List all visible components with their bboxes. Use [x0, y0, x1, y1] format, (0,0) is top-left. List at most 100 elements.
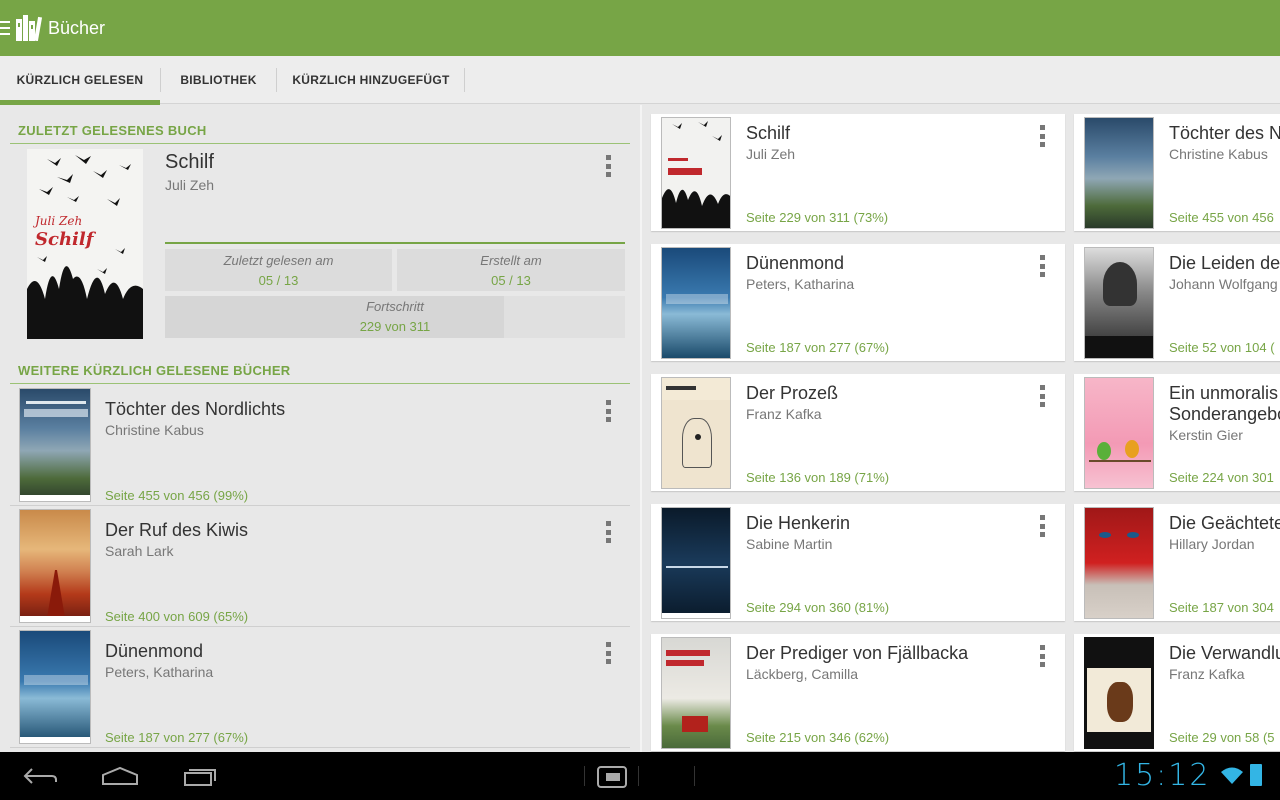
- home-icon: [102, 766, 138, 785]
- book-cover[interactable]: [661, 117, 731, 229]
- tab-recently-read[interactable]: KÜRZLICH GELESEN: [0, 56, 160, 105]
- book-title: Töchter des N: [1169, 123, 1280, 143]
- book-author: Christine Kabus: [105, 422, 204, 438]
- book-card[interactable]: Dünenmond Peters, Katharina Seite 187 vo…: [651, 244, 1065, 361]
- nav-divider: [638, 766, 639, 786]
- book-cover[interactable]: [661, 377, 731, 489]
- book-card[interactable]: Die Geächtete Hillary Jordan Seite 187 v…: [1074, 504, 1280, 621]
- book-progress: Seite 400 von 609 (65%): [105, 609, 249, 624]
- book-title: Die Verwandlu: [1169, 643, 1280, 663]
- book-cover[interactable]: [661, 637, 731, 749]
- book-author: Kerstin Gier: [1169, 427, 1243, 443]
- overflow-menu-icon[interactable]: [1040, 125, 1046, 147]
- book-author: Peters, Katharina: [105, 664, 214, 680]
- list-item[interactable]: Der Ruf des Kiwis Sarah Lark Seite 400 v…: [10, 506, 630, 627]
- book-progress: Seite 455 von 456: [1169, 210, 1274, 225]
- book-title: Töchter des Nordlichts: [105, 399, 286, 419]
- recent-apps-button[interactable]: [183, 766, 219, 791]
- system-nav-bar: 15:12: [0, 752, 1280, 800]
- book-card[interactable]: Töchter des N Christine Kabus Seite 455 …: [1074, 114, 1280, 231]
- cover-author-text: Juli Zeh: [32, 214, 82, 228]
- left-pane[interactable]: ZULETZT GELESENES BUCH Juli Zeh Schilf S…: [0, 105, 640, 752]
- overflow-menu-icon[interactable]: [1040, 255, 1046, 277]
- last-read-date-label: Zuletzt gelesen am: [223, 253, 334, 268]
- cover-title-text: Schilf: [35, 229, 97, 250]
- book-cover[interactable]: [1084, 377, 1154, 489]
- overflow-menu-icon[interactable]: [1040, 515, 1046, 537]
- book-card[interactable]: Der Prediger von Fjällbacka Läckberg, Ca…: [651, 634, 1065, 751]
- book-author: Peters, Katharina: [746, 276, 855, 292]
- book-author: Franz Kafka: [746, 406, 822, 422]
- book-card[interactable]: Die Henkerin Sabine Martin Seite 294 von…: [651, 504, 1065, 621]
- book-card[interactable]: Ein unmoralis Sonderangebo Kerstin Gier …: [1074, 374, 1280, 491]
- book-title: Dünenmond: [746, 253, 845, 273]
- book-author: Sabine Martin: [746, 536, 833, 552]
- wifi-icon: [1220, 766, 1244, 791]
- nav-divider: [694, 766, 695, 786]
- book-card[interactable]: Die Leiden des Johann Wolfgang Seite 52 …: [1074, 244, 1280, 361]
- overflow-menu-icon[interactable]: [606, 400, 612, 422]
- created-date-value: 05 / 13: [491, 273, 531, 288]
- book-cover[interactable]: [661, 247, 731, 359]
- tab-recently-added[interactable]: KÜRZLICH HINZUGEFÜGT: [277, 56, 465, 104]
- book-progress: Seite 187 von 277 (67%): [105, 730, 249, 745]
- book-title: Dünenmond: [105, 641, 204, 661]
- last-read-date-box: Zuletzt gelesen am 05 / 13: [165, 249, 392, 291]
- overflow-menu-icon[interactable]: [606, 521, 612, 543]
- book-author: Franz Kafka: [1169, 666, 1245, 682]
- overflow-menu-icon[interactable]: [1040, 645, 1046, 667]
- list-item[interactable]: Töchter des Nordlichts Christine Kabus S…: [10, 385, 630, 506]
- book-progress: Seite 294 von 360 (81%): [746, 600, 890, 615]
- book-author: Hillary Jordan: [1169, 536, 1255, 552]
- books-app-icon[interactable]: [16, 15, 44, 42]
- book-progress: Seite 187 von 304: [1169, 600, 1274, 615]
- tab-library[interactable]: BIBLIOTHEK: [160, 56, 277, 104]
- book-cover[interactable]: [19, 630, 91, 744]
- book-author: Christine Kabus: [1169, 146, 1268, 162]
- screenshot-button[interactable]: [596, 765, 628, 794]
- created-date-label: Erstellt am: [480, 253, 542, 268]
- book-title: Die Geächtete: [1169, 513, 1280, 533]
- section-title-last-read: ZULETZT GELESENES BUCH: [18, 123, 207, 138]
- status-clock[interactable]: 15:12: [1114, 758, 1210, 793]
- book-author: Juli Zeh: [746, 146, 796, 162]
- book-cover[interactable]: [661, 507, 731, 619]
- book-title: Der Prediger von Fjällbacka: [746, 643, 969, 663]
- book-cover[interactable]: [1084, 117, 1154, 229]
- book-card[interactable]: Der Prozeß Franz Kafka Seite 136 von 189…: [651, 374, 1065, 491]
- book-cover[interactable]: [1084, 637, 1154, 749]
- book-title: Die Leiden des: [1169, 253, 1280, 273]
- book-cover[interactable]: [19, 388, 91, 502]
- tab-label: KÜRZLICH GELESEN: [16, 73, 144, 87]
- progress-value: 229 von 311: [359, 319, 431, 334]
- book-cover[interactable]: [1084, 507, 1154, 619]
- home-button[interactable]: [101, 766, 139, 791]
- book-progress: Seite 29 von 58 (5: [1169, 730, 1275, 745]
- overflow-menu-icon[interactable]: [1040, 385, 1046, 407]
- book-progress: Seite 215 von 346 (62%): [746, 730, 890, 745]
- book-cover-schilf[interactable]: Juli Zeh Schilf: [27, 149, 143, 339]
- overflow-menu-icon[interactable]: [606, 642, 612, 664]
- tab-label: KÜRZLICH HINZUGEFÜGT: [292, 73, 450, 87]
- book-author: Sarah Lark: [105, 543, 174, 559]
- last-read-author: Juli Zeh: [165, 177, 215, 193]
- book-title: Der Prozeß: [746, 383, 839, 403]
- book-cover[interactable]: [1084, 247, 1154, 359]
- tab-label: BIBLIOTHEK: [180, 73, 257, 87]
- app-title: Bücher: [48, 17, 106, 38]
- book-cover[interactable]: [19, 509, 91, 623]
- progress-box: Fortschritt 229 von 311: [165, 296, 625, 338]
- progress-label: Fortschritt: [366, 299, 424, 314]
- book-progress: Seite 224 von 301: [1169, 470, 1274, 485]
- back-button[interactable]: [22, 766, 58, 791]
- overflow-menu-icon[interactable]: [606, 155, 612, 177]
- book-card[interactable]: Schilf Juli Zeh Seite 229 von 311 (73%): [651, 114, 1065, 231]
- last-read-date-value: 05 / 13: [258, 273, 299, 288]
- list-item[interactable]: Dünenmond Peters, Katharina Seite 187 vo…: [10, 627, 630, 748]
- book-card[interactable]: Die Verwandlu Franz Kafka Seite 29 von 5…: [1074, 634, 1280, 751]
- right-pane-book-grid[interactable]: Schilf Juli Zeh Seite 229 von 311 (73%) …: [642, 105, 1280, 752]
- book-progress: Seite 229 von 311 (73%): [746, 210, 889, 225]
- tab-separator: [464, 68, 465, 92]
- section-divider: [10, 383, 630, 384]
- drawer-menu-icon[interactable]: [0, 21, 10, 35]
